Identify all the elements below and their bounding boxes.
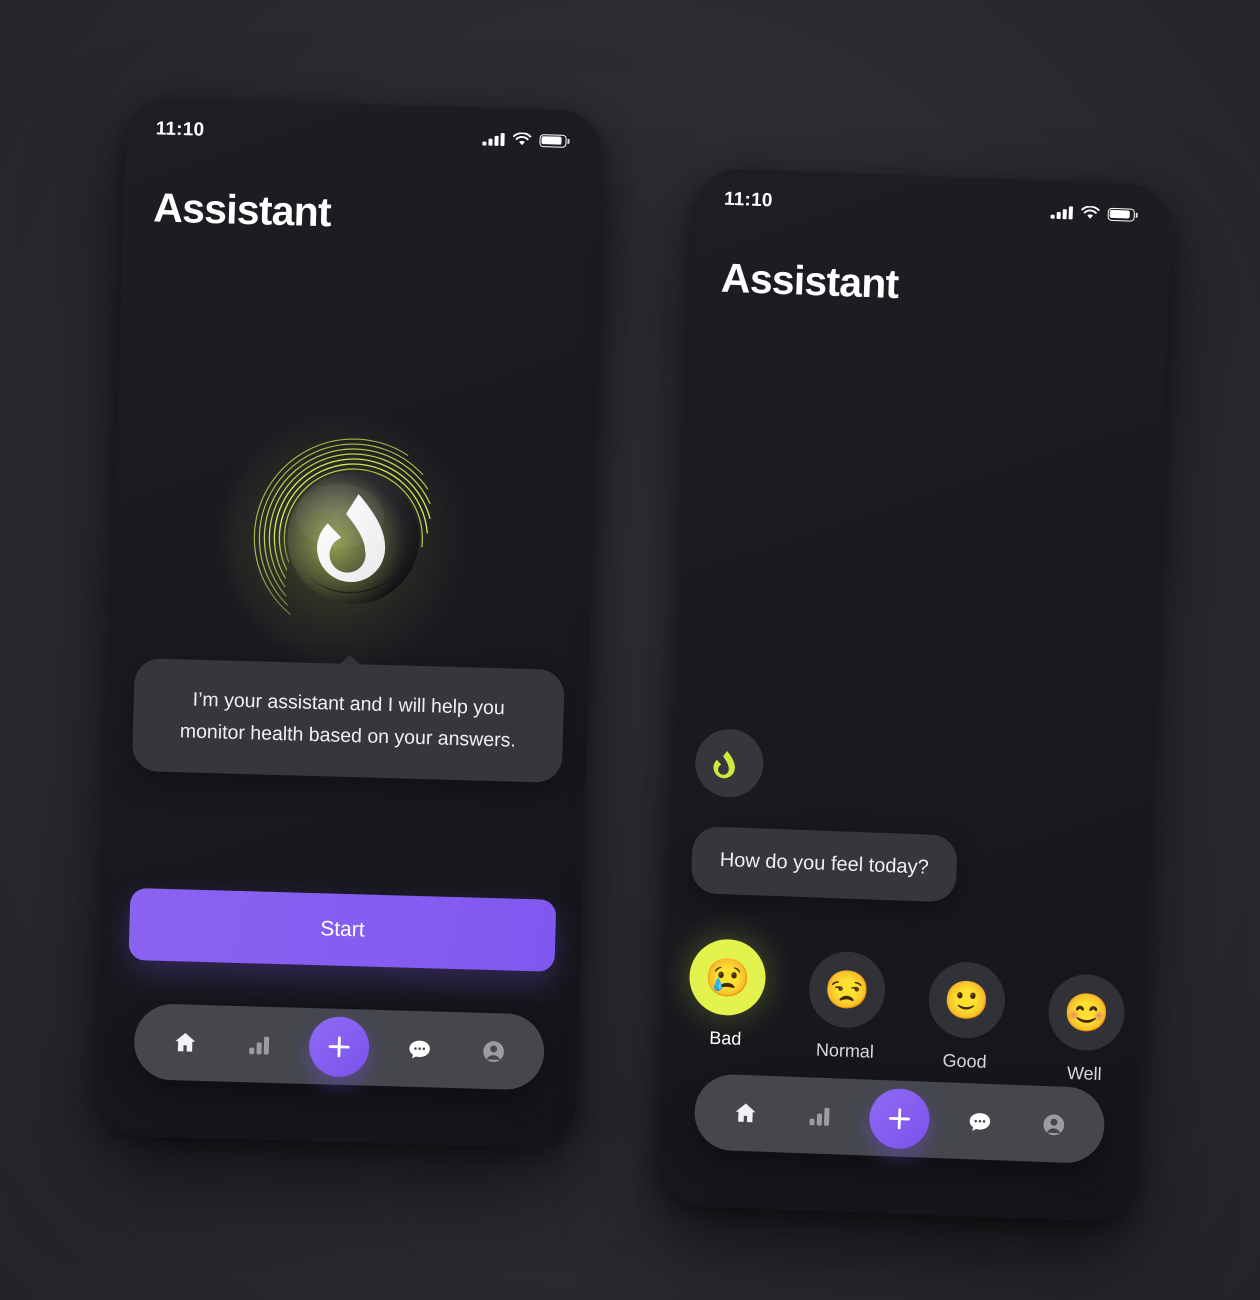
plus-icon — [888, 1108, 910, 1130]
profile-icon — [482, 1040, 504, 1062]
bar-chart-icon — [248, 1036, 269, 1055]
nav-item-profile[interactable] — [469, 1028, 516, 1075]
screen-intro: 11:10 Assistant I’m your assistant and I… — [97, 97, 605, 1149]
nav-item-chat[interactable] — [956, 1098, 1004, 1146]
home-icon — [735, 1103, 756, 1123]
start-button[interactable]: Start — [128, 887, 557, 972]
mood-option-well[interactable]: 😊 Well — [1038, 973, 1134, 1086]
mood-option-normal[interactable]: 😒 Normal — [799, 950, 895, 1063]
assistant-avatar — [694, 728, 765, 799]
mood-label: Normal — [815, 1039, 875, 1062]
signal-bars-icon — [1050, 205, 1073, 219]
phone-mockup-mood: 11:10 Assistant How do you feel today? 😢… — [657, 167, 1173, 1223]
mood-selector: 😢 Bad 😒 Normal 🙂 Good 😊 Well — [678, 937, 1135, 1086]
nav-add-button[interactable] — [868, 1087, 931, 1150]
status-bar: 11:10 — [125, 114, 604, 157]
assistant-question-bubble: How do you feel today? — [690, 825, 958, 903]
phone-mockup-intro: 11:10 Assistant I’m your assistant and I… — [97, 97, 605, 1149]
chat-bubble-icon — [409, 1040, 430, 1058]
status-clock: 11:10 — [723, 188, 773, 212]
nav-item-chat[interactable] — [396, 1025, 443, 1072]
battery-icon — [1107, 207, 1138, 222]
bottom-nav-bar — [133, 1003, 546, 1091]
signal-bars-icon — [482, 132, 505, 146]
nav-item-stats[interactable] — [795, 1092, 843, 1140]
mood-option-good[interactable]: 🙂 Good — [918, 960, 1014, 1073]
page-title: Assistant — [720, 254, 900, 308]
crying-face-icon: 😢 — [688, 937, 767, 1017]
bottom-nav-bar — [693, 1073, 1106, 1165]
mood-label: Bad — [708, 1027, 742, 1049]
wifi-icon — [512, 132, 531, 146]
status-clock: 11:10 — [155, 118, 205, 141]
nav-add-button[interactable] — [308, 1016, 370, 1078]
wifi-icon — [1080, 205, 1100, 219]
status-icons — [1050, 205, 1138, 222]
nav-item-home[interactable] — [162, 1019, 209, 1066]
nav-item-stats[interactable] — [235, 1021, 282, 1068]
battery-icon — [538, 133, 570, 148]
assistant-flame-icon — [713, 750, 735, 779]
screen-mood: 11:10 Assistant How do you feel today? 😢… — [657, 167, 1173, 1223]
unamused-face-icon: 😒 — [807, 950, 887, 1030]
bar-chart-icon — [808, 1107, 830, 1126]
assistant-orb — [221, 406, 485, 670]
mood-label: Well — [1066, 1062, 1102, 1085]
chat-bubble-icon — [969, 1112, 991, 1131]
assistant-intro-bubble: I’m your assistant and I will help you m… — [131, 657, 565, 784]
nav-item-profile[interactable] — [1030, 1101, 1078, 1149]
slight-smile-icon: 🙂 — [927, 960, 1007, 1040]
status-bar: 11:10 — [693, 184, 1172, 231]
page-title: Assistant — [152, 184, 332, 236]
smiling-face-icon: 😊 — [1047, 973, 1126, 1052]
home-icon — [175, 1033, 196, 1052]
plus-icon — [328, 1036, 350, 1058]
status-icons — [482, 131, 570, 148]
profile-icon — [1043, 1114, 1064, 1135]
canvas: 11:10 Assistant I’m your assistant and I… — [0, 0, 1260, 1300]
mood-option-bad[interactable]: 😢 Bad — [679, 937, 775, 1051]
assistant-flame-orb-icon — [247, 431, 461, 645]
mood-label: Good — [942, 1050, 987, 1072]
nav-item-home[interactable] — [722, 1089, 770, 1137]
